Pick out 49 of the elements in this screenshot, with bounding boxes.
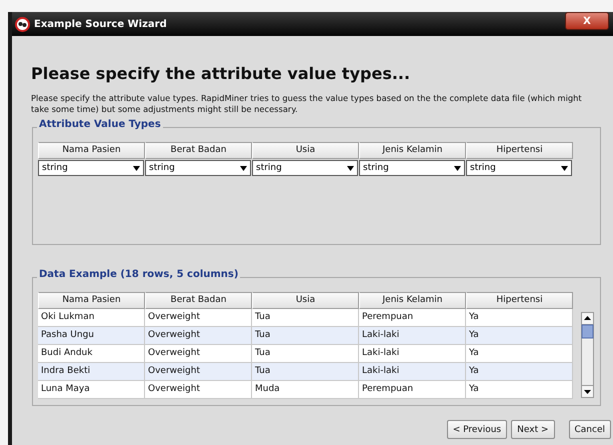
- table-cell: Budi Anduk: [38, 345, 145, 363]
- type-dropdown[interactable]: string: [145, 160, 251, 176]
- table-cell: Indra Bekti: [38, 363, 145, 381]
- column-header[interactable]: Hipertensi: [466, 292, 573, 309]
- table-cell: Laki-laki: [359, 327, 466, 345]
- close-button[interactable]: X: [565, 12, 609, 30]
- table-cell: Ya: [466, 363, 573, 381]
- wizard-button[interactable]: Cancel: [568, 420, 611, 439]
- table-cell: Tua: [252, 363, 359, 381]
- column-header[interactable]: Usia: [252, 292, 359, 309]
- column-header[interactable]: Jenis Kelamin: [359, 142, 466, 159]
- table-cell: Laki-laki: [359, 363, 466, 381]
- column-header[interactable]: Berat Badan: [145, 142, 252, 159]
- table-cell: Overweight: [145, 381, 252, 399]
- type-dropdown[interactable]: string: [38, 160, 144, 176]
- group-title: Attribute Value Types: [37, 119, 163, 130]
- wizard-button[interactable]: < Previous: [446, 420, 508, 439]
- column-header[interactable]: Nama Pasien: [38, 142, 145, 159]
- group-title: Data Example (18 rows, 5 columns): [37, 269, 240, 280]
- type-dropdown[interactable]: string: [359, 160, 465, 176]
- table-cell: Overweight: [145, 363, 252, 381]
- table-cell: Overweight: [145, 327, 252, 345]
- description-text: Please specify the attribute value types. RapidMiner tries to guess the value types based on the the complete data file (which might take some time) but some adjustments might still be necessary.: [31, 93, 583, 115]
- column-header[interactable]: Nama Pasien: [38, 292, 145, 309]
- wizard-button[interactable]: Next >: [511, 420, 554, 439]
- column-header[interactable]: Hipertensi: [466, 142, 573, 159]
- table-cell: Overweight: [145, 309, 252, 327]
- column-header[interactable]: Usia: [252, 142, 359, 159]
- table-cell: Muda: [252, 381, 359, 399]
- table-cell: Tua: [252, 327, 359, 345]
- table-cell: Pasha Ungu: [38, 327, 145, 345]
- table-cell: Tua: [252, 309, 359, 327]
- page-heading: Please specify the attribute value types...: [31, 64, 412, 83]
- type-dropdown[interactable]: string: [466, 160, 572, 176]
- table-cell: Perempuan: [359, 309, 466, 327]
- table-cell: Overweight: [145, 345, 252, 363]
- type-dropdown[interactable]: string: [252, 160, 358, 176]
- column-header[interactable]: Berat Badan: [145, 292, 252, 309]
- window-title: Example Source Wizard: [34, 18, 167, 30]
- table-cell: Tua: [252, 345, 359, 363]
- table-cell: Ya: [466, 381, 573, 399]
- table-cell: Ya: [466, 309, 573, 327]
- table-cell: Perempuan: [359, 381, 466, 399]
- column-header[interactable]: Jenis Kelamin: [359, 292, 466, 309]
- table-cell: Luna Maya: [38, 381, 145, 399]
- table-cell: Laki-laki: [359, 345, 466, 363]
- table-cell: Ya: [466, 327, 573, 345]
- table-cell: Oki Lukman: [38, 309, 145, 327]
- table-cell: Ya: [466, 345, 573, 363]
